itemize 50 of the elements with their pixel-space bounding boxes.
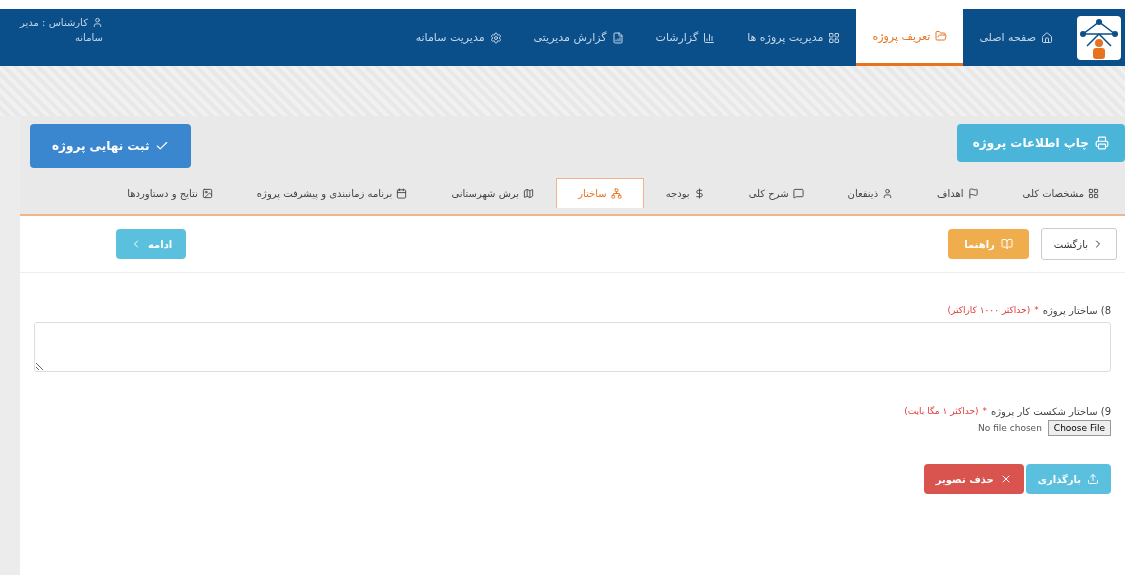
dollar-icon bbox=[693, 188, 705, 199]
field-label: 8) ساختار پروژه bbox=[1042, 305, 1111, 316]
required-mark: * bbox=[1034, 305, 1039, 316]
back-button[interactable]: بازگشت bbox=[1040, 228, 1117, 260]
user-name: کارشناس : مدیر bbox=[20, 17, 88, 28]
required-mark: * bbox=[982, 406, 988, 417]
choose-file-button[interactable]: Choose File bbox=[1047, 420, 1111, 436]
map-icon bbox=[523, 188, 535, 199]
user-icon bbox=[91, 17, 103, 28]
tab[interactable]: شرح کلی bbox=[726, 178, 826, 208]
bar-chart-icon bbox=[703, 31, 716, 44]
report-icon bbox=[611, 31, 624, 44]
tab[interactable]: اهداف bbox=[915, 178, 1001, 208]
delete-button[interactable]: حذف تصویر bbox=[923, 464, 1024, 494]
image-icon bbox=[201, 188, 213, 199]
tab[interactable]: بودجه bbox=[643, 178, 727, 208]
grid-icon bbox=[828, 31, 841, 44]
grid-icon bbox=[1088, 188, 1099, 199]
field-hint: (حداکثر ۱ مگا بایت) bbox=[904, 406, 979, 417]
flag-icon bbox=[967, 188, 979, 199]
check-icon bbox=[155, 139, 170, 153]
hierarchy-icon bbox=[610, 188, 622, 199]
folder-icon bbox=[935, 30, 948, 42]
field-hint: (حداکثر ۱۰۰۰ کاراکتر) bbox=[947, 305, 1031, 316]
nav-item[interactable]: گزارش مدیریتی bbox=[517, 9, 640, 66]
structure-textarea[interactable] bbox=[34, 322, 1111, 372]
tab[interactable]: نتایج و دستاوردها bbox=[105, 178, 235, 208]
settings-icon bbox=[489, 31, 502, 44]
calendar-icon bbox=[396, 188, 408, 199]
nav-item[interactable]: مدیریت پروژه ها bbox=[731, 9, 857, 66]
book-icon bbox=[1000, 238, 1013, 250]
user-role: سامانه bbox=[74, 32, 103, 43]
printer-icon bbox=[1095, 136, 1109, 150]
logo-icon bbox=[1077, 15, 1121, 60]
tab[interactable]: ساختار bbox=[556, 178, 644, 208]
user-icon bbox=[882, 188, 894, 199]
submit-button[interactable]: ثبت نهایی پروژه bbox=[30, 124, 192, 168]
home-icon bbox=[1041, 31, 1053, 44]
nav-item[interactable]: صفحه اصلی bbox=[963, 9, 1069, 66]
tab[interactable]: ذینفعان bbox=[825, 178, 916, 208]
comment-icon bbox=[792, 188, 804, 199]
upload-icon bbox=[1087, 473, 1099, 485]
nav-item[interactable]: گزارشات bbox=[639, 9, 732, 66]
tab[interactable]: برنامه زمانبندی و پیشرفت پروژه bbox=[234, 178, 430, 208]
field-label: 9) ساختار شکست کار پروژه bbox=[991, 406, 1111, 417]
tab[interactable]: مشخصات کلی bbox=[1000, 178, 1121, 208]
tab[interactable]: برش شهرستانی bbox=[429, 178, 557, 208]
file-status: No file chosen bbox=[978, 423, 1042, 433]
nav-item[interactable]: تعریف پروژه bbox=[856, 9, 964, 66]
nav-item[interactable]: مدیریت سامانه bbox=[399, 9, 518, 66]
